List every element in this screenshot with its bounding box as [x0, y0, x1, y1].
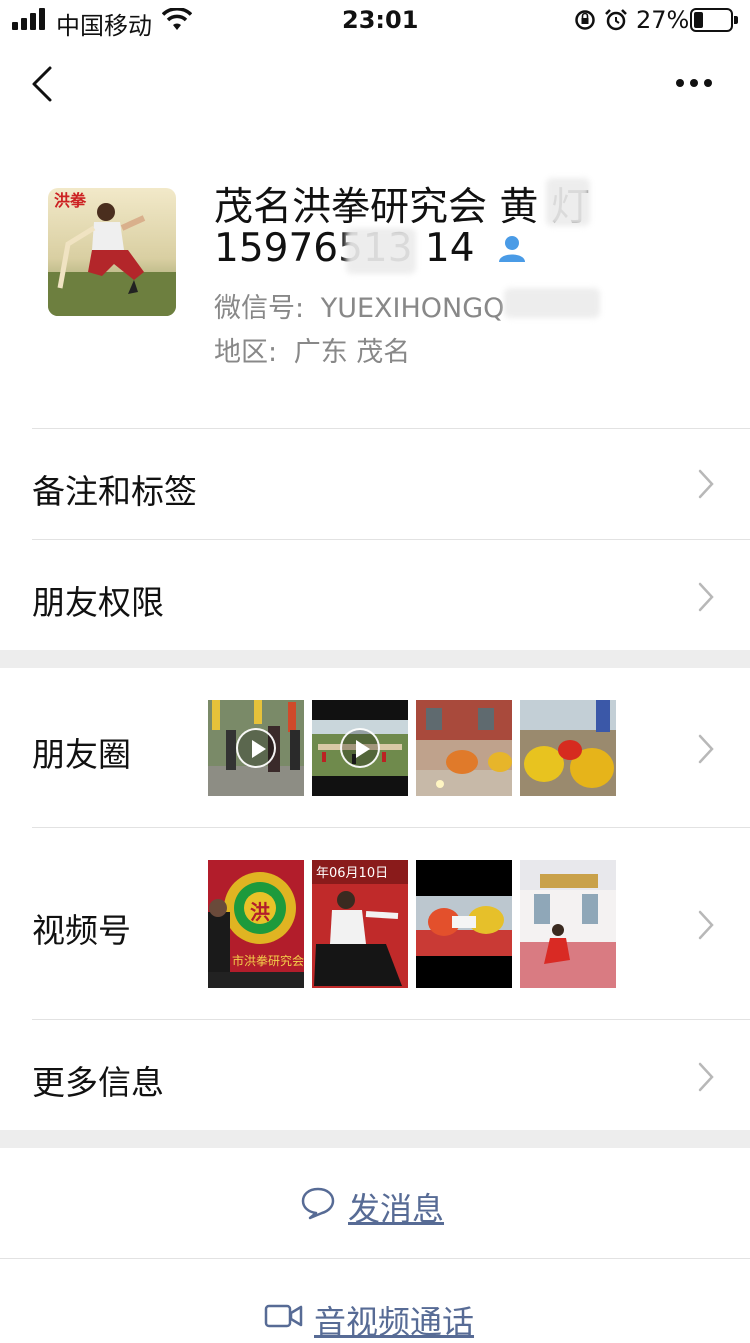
chevron-right-icon [698, 734, 714, 764]
battery-icon [690, 8, 738, 32]
section-gap [0, 1130, 750, 1148]
chevron-right-icon [698, 1062, 714, 1092]
status-bar: 中国移动 23:01 27% [0, 0, 750, 40]
wifi-icon [162, 8, 192, 30]
channels-row[interactable]: 视频号 洪 市洪拳研究会 年06月10日 [0, 828, 750, 1018]
avatar-text: 洪拳 [54, 191, 87, 210]
channels-thumbnail[interactable]: 年06月10日 [312, 860, 408, 988]
remarks-label: 备注和标签 [32, 472, 197, 511]
region-label: 地区: [214, 337, 278, 368]
battery-percent: 27% [636, 6, 690, 34]
alarm-icon [605, 9, 627, 31]
region-value: 广东 茂名 [293, 337, 411, 368]
channels-label: 视频号 [32, 911, 131, 950]
region-row: 地区: 广东 茂名 [214, 330, 410, 369]
more-button[interactable] [668, 68, 716, 98]
thumb-badge: 洪 [250, 900, 270, 924]
wechat-id-value: YUEXIHONGQ [320, 293, 505, 324]
remarks-and-tags-row[interactable]: 备注和标签 [0, 429, 750, 539]
moments-thumbnail[interactable] [208, 700, 304, 796]
chat-bubble-icon [301, 1187, 335, 1220]
moments-row[interactable]: 朋友圈 [0, 668, 750, 826]
clock: 23:01 [342, 6, 419, 34]
contact-name: 茂名洪拳研究会 黄 灯 [214, 185, 590, 230]
moments-label: 朋友圈 [32, 735, 131, 774]
channels-thumbnail[interactable] [520, 860, 616, 988]
play-icon [340, 728, 380, 768]
more-info-row[interactable]: 更多信息 [0, 1020, 750, 1130]
contact-phone: 15976513 14 [214, 226, 475, 271]
contact-person-icon[interactable] [496, 234, 528, 264]
friend-permissions-row[interactable]: 朋友权限 [0, 540, 750, 650]
send-message-label: 发消息 [348, 1190, 445, 1228]
wechat-id-redaction [504, 288, 600, 318]
moments-thumbnail[interactable] [416, 700, 512, 796]
channels-thumbnail[interactable]: 洪 市洪拳研究会 [208, 860, 304, 988]
chevron-right-icon [698, 469, 714, 499]
video-call-label: 音视频通话 [314, 1303, 475, 1341]
moments-thumbnail[interactable] [312, 700, 408, 796]
video-call-button[interactable]: 音视频通话 [0, 1259, 750, 1341]
video-camera-icon [264, 1304, 303, 1328]
thumb-caption: 年06月10日 [316, 866, 389, 881]
wechat-id-label: 微信号: [214, 293, 305, 324]
phone-redaction [346, 228, 416, 274]
avatar[interactable]: 洪拳 [48, 188, 176, 316]
send-message-button[interactable]: 发消息 [0, 1148, 750, 1258]
chevron-right-icon [698, 910, 714, 940]
chevron-right-icon [698, 582, 714, 612]
moments-thumbnail[interactable] [520, 700, 616, 796]
name-redaction [546, 178, 590, 226]
section-gap [0, 650, 750, 668]
back-button[interactable] [22, 58, 66, 110]
play-icon [236, 728, 276, 768]
signal-icon [12, 8, 48, 30]
chevron-left-icon [32, 66, 52, 102]
rotation-lock-icon [575, 10, 595, 30]
wechat-id-row: 微信号: YUEXIHONGQ [214, 286, 504, 325]
permissions-label: 朋友权限 [32, 583, 164, 622]
carrier-name: 中国移动 [56, 12, 152, 40]
more-info-label: 更多信息 [32, 1063, 164, 1102]
channels-thumbnail[interactable] [416, 860, 512, 988]
thumb-caption: 市洪拳研究会 [232, 954, 304, 968]
